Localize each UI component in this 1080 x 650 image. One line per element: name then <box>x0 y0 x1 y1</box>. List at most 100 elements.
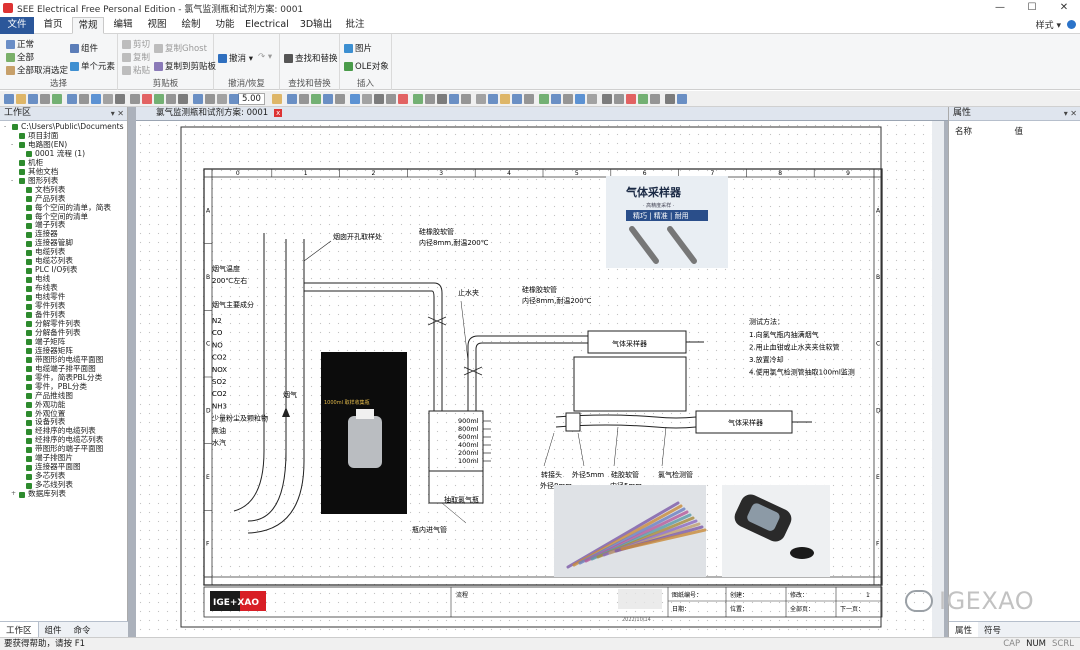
toolbar-tool-icon[interactable] <box>539 94 549 104</box>
tree-item[interactable]: 分解备件列表 <box>4 328 127 338</box>
toolbar-tool-icon[interactable] <box>437 94 447 104</box>
toolbar-tool-icon[interactable] <box>115 94 125 104</box>
toolbar-tool-icon[interactable] <box>40 94 50 104</box>
cut-button[interactable]: 剪切 <box>122 38 150 50</box>
tab-components[interactable]: 组件 <box>39 622 68 637</box>
tab-draw[interactable]: 绘制 <box>176 17 206 34</box>
toolbar-tool-icon[interactable] <box>229 94 239 104</box>
insert-picture-button[interactable]: 图片 <box>344 42 372 54</box>
toolbar-tool-icon[interactable] <box>650 94 660 104</box>
tree-item[interactable]: 外观功能 <box>4 400 127 410</box>
toolbar-tool-icon[interactable] <box>103 94 113 104</box>
close-document-icon[interactable]: x <box>274 108 283 117</box>
select-element-button[interactable]: 单个元素 <box>70 60 115 72</box>
tree-item[interactable]: 电线零件 <box>4 292 127 302</box>
tab-symbols[interactable]: 符号 <box>978 622 1007 637</box>
toolbar-tool-icon[interactable] <box>205 94 215 104</box>
toolbar-tool-icon[interactable] <box>362 94 372 104</box>
toolbar-tool-icon[interactable] <box>449 94 459 104</box>
toolbar-tool-icon[interactable] <box>614 94 624 104</box>
pin-icon[interactable]: ▾ ✕ <box>1064 107 1077 120</box>
minimize-button[interactable]: — <box>984 0 1016 16</box>
maximize-button[interactable]: ☐ <box>1016 0 1048 16</box>
toolbar-tool-icon[interactable] <box>602 94 612 104</box>
toolbar-tool-icon[interactable] <box>4 94 14 104</box>
toolbar-tool-icon[interactable] <box>677 94 687 104</box>
toolbar-tool-icon[interactable] <box>665 94 675 104</box>
toolbar-tool-icon[interactable] <box>28 94 38 104</box>
tab-annotate[interactable]: 批注 <box>340 17 370 34</box>
expand-icon[interactable]: - <box>4 123 10 132</box>
tab-3d-output[interactable]: 3D输出 <box>296 17 336 34</box>
toolbar-tool-icon[interactable] <box>551 94 561 104</box>
tab-electrical[interactable]: Electrical <box>244 17 290 34</box>
select-component-button[interactable]: 组件 <box>70 42 98 54</box>
tree-item[interactable]: - C:\Users\Public\Documents <box>4 122 127 132</box>
toolbar-tool-icon[interactable] <box>626 94 636 104</box>
tab-commands[interactable]: 命令 <box>68 622 97 637</box>
tree-item[interactable]: 其他文档 <box>4 167 127 177</box>
tree-item[interactable]: 产品推线图 <box>4 391 127 401</box>
redo-button[interactable]: ↷ ▾ <box>258 52 272 62</box>
copy-ghost-button[interactable]: 复制Ghost <box>154 42 207 54</box>
tree-item[interactable]: 文档列表 <box>4 185 127 195</box>
toolbar-tool-icon[interactable] <box>52 94 62 104</box>
help-icon[interactable] <box>1067 20 1076 29</box>
toolbar-tool-icon[interactable] <box>178 94 188 104</box>
toolbar-tool-icon[interactable] <box>386 94 396 104</box>
tree-item[interactable]: - 图形列表 <box>4 176 127 186</box>
toolbar-tool-icon[interactable] <box>587 94 597 104</box>
tree-item[interactable]: 外观位置 <box>4 409 127 419</box>
copy-to-clipboard-button[interactable]: 复制到剪贴板 <box>154 60 216 72</box>
toolbar-tool-icon[interactable] <box>374 94 384 104</box>
tree-item[interactable]: 端子列表 <box>4 221 127 230</box>
pin-icon[interactable]: ▾ ✕ <box>111 107 124 120</box>
toolbar-tool-icon[interactable] <box>575 94 585 104</box>
toolbar-tool-icon[interactable] <box>512 94 522 104</box>
tree-item[interactable]: 连接器平面图 <box>4 462 127 472</box>
tab-home[interactable]: 首页 <box>38 17 68 34</box>
select-normal-button[interactable]: 正常 <box>6 38 34 50</box>
undo-button[interactable]: 撤消 ▾ <box>218 52 253 64</box>
tree-item[interactable]: 0001 流程 (1) <box>4 149 127 159</box>
toolbar-tool-icon[interactable] <box>413 94 423 104</box>
style-dropdown[interactable]: 样式 ▾ <box>1036 18 1061 31</box>
toolbar-tool-icon[interactable] <box>488 94 498 104</box>
drawing-canvas[interactable]: 0123456789AABBCCDDEEFF 烟囱开孔取样处 硅橡胶软管 内径8… <box>136 121 944 637</box>
tab-edit[interactable]: 编辑 <box>108 17 138 34</box>
tab-general[interactable]: 常规 <box>72 17 104 34</box>
toolbar-tool-icon[interactable] <box>79 94 89 104</box>
close-button[interactable]: ✕ <box>1048 0 1080 16</box>
toolbar-tool-icon[interactable] <box>130 94 140 104</box>
toolbar-tool-icon[interactable] <box>67 94 77 104</box>
expand-icon[interactable]: + <box>11 490 17 499</box>
toolbar-tool-icon[interactable] <box>299 94 309 104</box>
tab-properties[interactable]: 属性 <box>949 622 979 637</box>
toolbar-tool-icon[interactable] <box>16 94 26 104</box>
toolbar-tool-icon[interactable] <box>217 94 227 104</box>
toolbar-tool-icon[interactable] <box>425 94 435 104</box>
tab-function[interactable]: 功能 <box>210 17 240 34</box>
expand-icon[interactable]: - <box>11 141 17 150</box>
toolbar-tool-icon[interactable] <box>323 94 333 104</box>
toolbar-tool-icon[interactable] <box>500 94 510 104</box>
toolbar-tool-icon[interactable] <box>563 94 573 104</box>
select-all-button[interactable]: 全部 <box>6 51 34 63</box>
tab-file[interactable]: 文件 <box>0 17 34 34</box>
toolbar-tool-icon[interactable] <box>335 94 345 104</box>
toolbar-tool-icon[interactable] <box>91 94 101 104</box>
expand-icon[interactable]: - <box>11 177 17 186</box>
tree-item[interactable]: 每个空间的清单 <box>4 212 127 222</box>
toolbar-tool-icon[interactable] <box>311 94 321 104</box>
toolbar-tool-icon[interactable] <box>476 94 486 104</box>
toolbar-tool-icon[interactable] <box>166 94 176 104</box>
toolbar-tool-icon[interactable] <box>272 94 282 104</box>
toolbar-tool-icon[interactable] <box>350 94 360 104</box>
toolbar-tool-icon[interactable] <box>287 94 297 104</box>
document-tab[interactable]: 氯气监测瓶和试剂方案: 0001 x <box>136 107 948 121</box>
tab-view[interactable]: 视图 <box>142 17 172 34</box>
toolbar-tool-icon[interactable] <box>193 94 203 104</box>
tab-workspace[interactable]: 工作区 <box>0 622 39 637</box>
tree-item[interactable]: 连接器管脚 <box>4 238 127 248</box>
tree-item[interactable]: + 数据库列表 <box>4 489 127 499</box>
